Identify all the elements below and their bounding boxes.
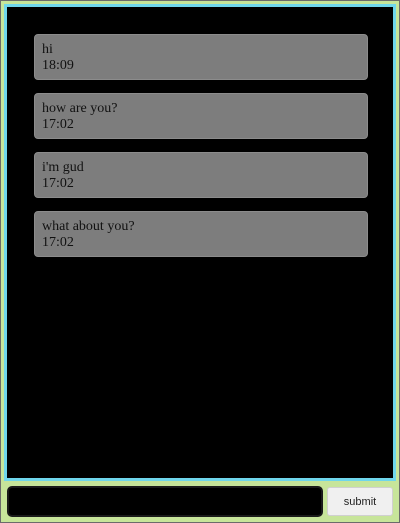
message-input[interactable] bbox=[7, 486, 323, 517]
message-bubble: how are you? 17:02 bbox=[34, 93, 368, 139]
message-bubble: hi 18:09 bbox=[34, 34, 368, 80]
message-time: 17:02 bbox=[42, 117, 74, 132]
submit-button[interactable]: submit bbox=[327, 487, 393, 516]
message-text: i'm gud bbox=[42, 160, 84, 175]
message-bubble: what about you? 17:02 bbox=[34, 211, 368, 257]
chat-app: hi 18:09 how are you? 17:02 i'm gud 17:0… bbox=[0, 0, 400, 523]
message-list: hi 18:09 how are you? 17:02 i'm gud 17:0… bbox=[34, 34, 370, 270]
message-time: 18:09 bbox=[42, 58, 74, 73]
chat-panel: hi 18:09 how are you? 17:02 i'm gud 17:0… bbox=[4, 4, 396, 481]
message-composer: submit bbox=[1, 481, 399, 522]
message-time: 17:02 bbox=[42, 176, 74, 191]
message-text: hi bbox=[42, 42, 53, 57]
message-text: how are you? bbox=[42, 101, 118, 116]
message-bubble: i'm gud 17:02 bbox=[34, 152, 368, 198]
message-text: what about you? bbox=[42, 219, 135, 234]
message-time: 17:02 bbox=[42, 235, 74, 250]
